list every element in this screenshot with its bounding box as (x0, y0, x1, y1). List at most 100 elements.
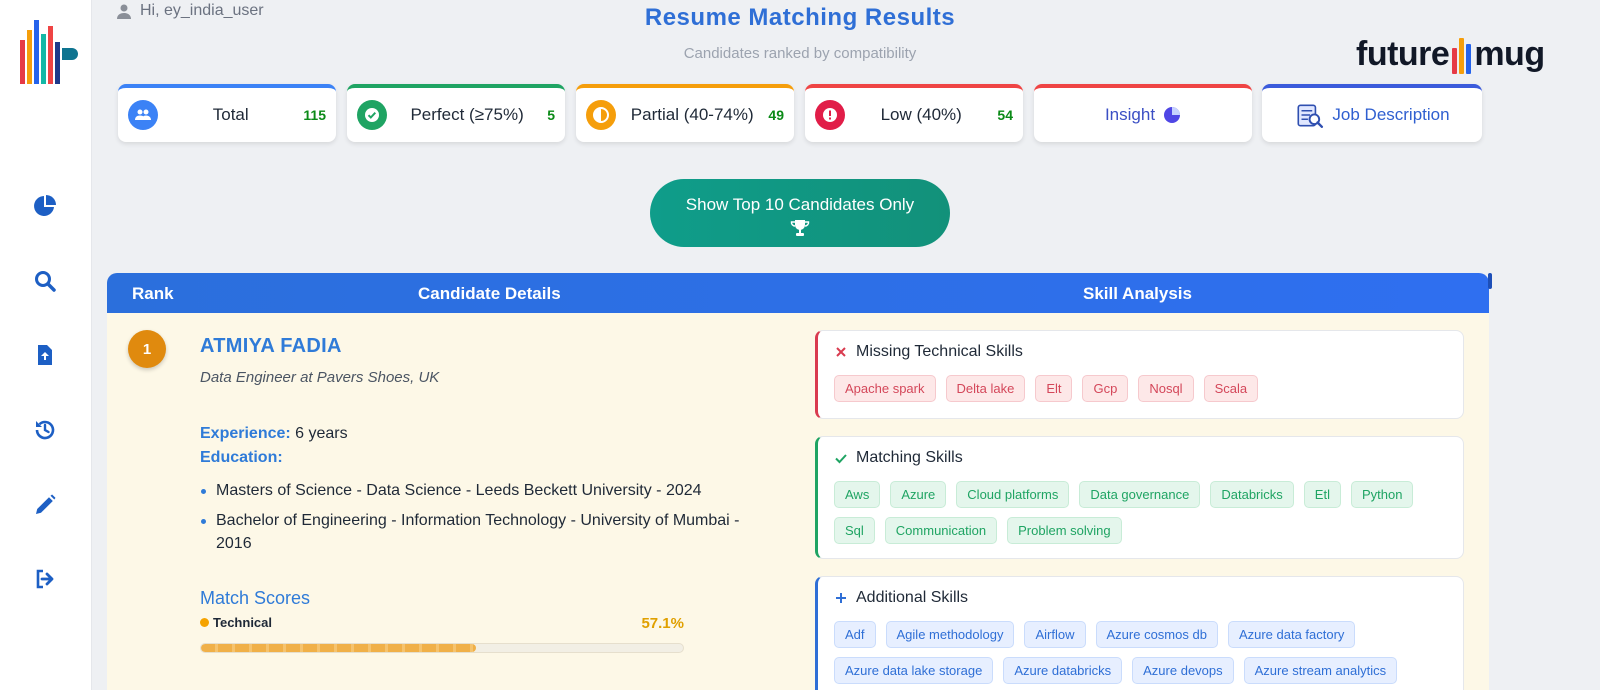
stat-low-label: Low (40%) (880, 105, 962, 124)
matching-skills-title: Matching Skills (856, 449, 963, 466)
brand-logo: future mug (1356, 34, 1545, 74)
pie-chart-icon (34, 195, 56, 216)
stat-partial[interactable]: Partial (40-74%) 49 (576, 84, 794, 142)
skill-chip: Etl (1303, 481, 1341, 508)
skill-chip: Azure cosmos db (1095, 621, 1218, 648)
education-item: Bachelor of Engineering - Information Te… (200, 509, 760, 555)
logout-icon (36, 569, 54, 589)
stat-low[interactable]: Low (40%) 54 (805, 84, 1023, 142)
skill-chip: Adf (834, 621, 876, 648)
matching-skills-chips: Aws Azure Cloud platforms Data governance Da… (834, 481, 1447, 544)
education-label: Education: (200, 449, 283, 466)
search-icon (35, 271, 56, 292)
matching-skills-header: Matching Skills (834, 449, 1447, 467)
technical-dot-icon (200, 618, 209, 627)
pie-chart-icon (1164, 107, 1181, 123)
close-icon (836, 347, 846, 357)
sidebar-item-search[interactable] (28, 264, 62, 298)
alert-circle-icon (815, 100, 845, 130)
experience-row: Experience: 6 years (200, 425, 348, 443)
show-top10-button[interactable]: Show Top 10 Candidates Only (650, 179, 950, 247)
sidebar (0, 0, 92, 690)
matching-skills-panel: Matching Skills Aws Azure Cloud platforms D… (815, 436, 1464, 559)
stat-total-count: 115 (303, 107, 326, 123)
trophy-icon (790, 220, 810, 236)
user-greeting: Hi, ey_india_user (116, 2, 264, 20)
skill-chip: Gcp (1082, 375, 1129, 402)
insight-label: Insight (1104, 105, 1156, 124)
technical-score-row: Technical 57.1% (200, 615, 684, 632)
skill-chip: Airflow (1024, 621, 1086, 648)
education-row: Education: (200, 449, 283, 467)
candidate-role: Data Engineer at Pavers Shoes, UK (200, 369, 440, 386)
sidebar-item-upload[interactable] (28, 338, 62, 372)
skill-chip: Nosql (1138, 375, 1194, 402)
experience-label: Experience: (200, 425, 291, 442)
skill-chip: Azure (890, 481, 947, 508)
document-search-icon (1297, 104, 1324, 128)
additional-skills-title: Additional Skills (856, 589, 969, 606)
candidate-name[interactable]: ATMIYA FADIA (200, 335, 342, 358)
show-top10-label: Show Top 10 Candidates Only (685, 195, 915, 214)
page-subtitle: Candidates ranked by compatibility (683, 45, 917, 62)
brand-mark-icon (1452, 34, 1472, 74)
column-header-rank: Rank (132, 284, 174, 303)
additional-skills-header: Additional Skills (834, 589, 1447, 607)
skill-chip: Azure devops (1132, 657, 1234, 684)
history-icon (35, 420, 55, 440)
user-icon (117, 4, 131, 19)
plus-icon (836, 593, 846, 603)
scrollbar-thumb[interactable] (1488, 273, 1492, 289)
rank-badge: 1 (128, 330, 166, 368)
brand-text-left: future (1356, 34, 1450, 73)
missing-skills-title: Missing Technical Skills (856, 343, 1023, 360)
stat-low-count: 54 (997, 107, 1013, 123)
file-upload-icon (38, 345, 52, 365)
check-circle-icon (357, 100, 387, 130)
skill-chip: Apache spark (834, 375, 936, 402)
brand-text-right: mug (1474, 34, 1545, 73)
missing-skills-chips: Apache spark Delta lake Elt Gcp Nosql Scala (834, 375, 1447, 402)
pencil-icon (36, 494, 56, 514)
technical-progress-fill (201, 644, 477, 652)
page-title: Resume Matching Results (644, 4, 956, 31)
skill-chip: Data governance (1079, 481, 1201, 508)
sidebar-item-history[interactable] (28, 413, 62, 447)
stat-perfect[interactable]: Perfect (≥75%) 5 (347, 84, 565, 142)
education-item: Masters of Science - Data Science - Leed… (200, 479, 760, 502)
job-description-button[interactable]: Job Description (1262, 84, 1482, 142)
technical-progress-bar (200, 643, 684, 653)
column-header-skill-analysis: Skill Analysis (1083, 284, 1192, 303)
skill-chip: Azure data factory (1227, 621, 1356, 648)
skill-chip: Scala (1203, 375, 1259, 402)
column-header-candidate-details: Candidate Details (418, 284, 561, 303)
skill-chip: Communication (884, 517, 998, 544)
missing-skills-panel: Missing Technical Skills Apache spark Del… (815, 330, 1464, 419)
technical-percentage: 57.1% (641, 615, 684, 632)
app-logo[interactable] (14, 8, 80, 88)
insight-button[interactable]: Insight (1034, 84, 1252, 142)
stat-partial-label: Partial (40-74%) (630, 105, 754, 124)
skill-chip: Aws (834, 481, 881, 508)
half-circle-icon (586, 100, 616, 130)
skill-chip: Elt (1035, 375, 1073, 402)
sidebar-item-logout[interactable] (28, 562, 62, 596)
skill-chip: Problem solving (1007, 517, 1122, 544)
greeting-text: Hi, ey_india_user (140, 2, 264, 19)
match-scores-title: Match Scores (200, 588, 311, 608)
skill-chip: Databricks (1210, 481, 1294, 508)
education-list: Masters of Science - Data Science - Leed… (200, 479, 760, 562)
skill-chip: Azure data lake storage (834, 657, 994, 684)
skill-chip: Sql (834, 517, 875, 544)
stat-total[interactable]: Total 115 (118, 84, 336, 142)
sidebar-item-dashboard[interactable] (28, 189, 62, 223)
skill-chip: Agile methodology (885, 621, 1015, 648)
check-icon (835, 454, 847, 464)
skill-chip: Delta lake (945, 375, 1026, 402)
stat-perfect-count: 5 (547, 107, 555, 123)
stat-perfect-label: Perfect (≥75%) (410, 105, 524, 124)
sidebar-item-edit[interactable] (28, 488, 62, 522)
stat-partial-count: 49 (768, 107, 784, 123)
users-icon (128, 100, 158, 130)
results-table: Rank Candidate Details Skill Analysis 1 … (107, 273, 1489, 690)
